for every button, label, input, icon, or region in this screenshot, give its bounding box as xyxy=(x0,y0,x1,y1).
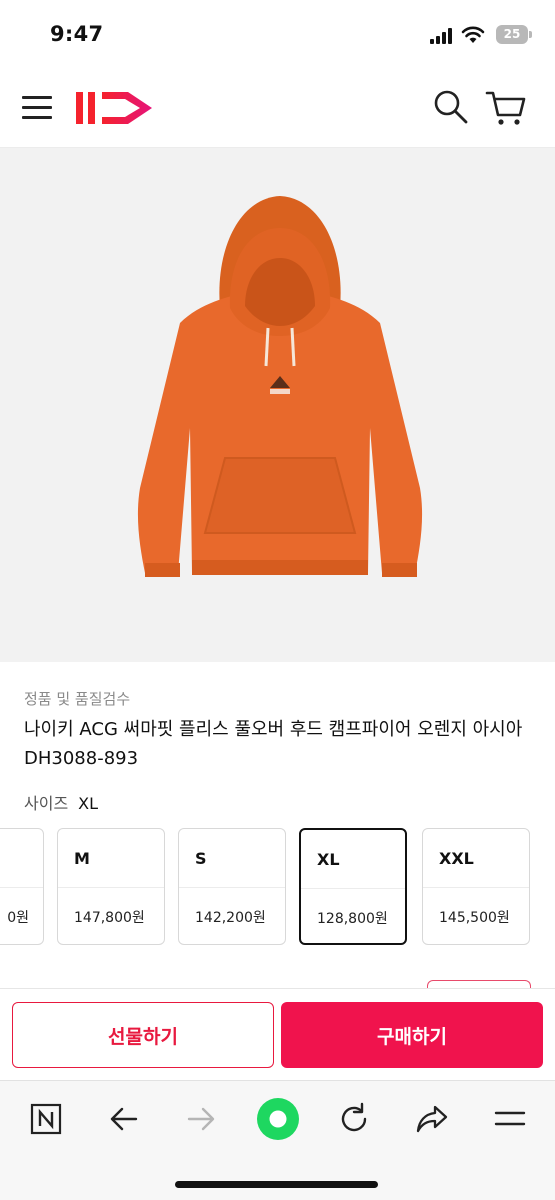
size-option-card[interactable]: 0원 xyxy=(0,828,44,945)
size-option-price: 145,500원 xyxy=(439,910,510,926)
size-row: 사이즈 XL xyxy=(24,790,98,814)
size-options: 0원 M 147,800원 S 142,200원 XL 128,800원 XXL… xyxy=(0,828,555,946)
product-title: 나이키 ACG 써마핏 플리스 풀오버 후드 캠프파이어 오렌지 아시아 DH3… xyxy=(24,719,523,769)
product-image[interactable] xyxy=(0,148,555,662)
size-option-size: XL xyxy=(317,850,340,869)
size-option-price: 0원 xyxy=(7,910,29,926)
back-arrow-icon[interactable] xyxy=(104,1099,144,1139)
size-option-card-selected[interactable]: XL 128,800원 xyxy=(299,828,407,945)
menu-lines-icon[interactable] xyxy=(490,1099,530,1139)
cart-icon[interactable] xyxy=(485,88,527,128)
gift-button[interactable]: 선물하기 xyxy=(12,1002,274,1068)
hoodie-illustration xyxy=(137,196,423,577)
size-option-size: XXL xyxy=(439,849,474,868)
buy-button[interactable]: 구매하기 xyxy=(281,1002,543,1068)
size-option-price: 142,200원 xyxy=(195,910,266,926)
refresh-icon[interactable] xyxy=(334,1099,374,1139)
divider xyxy=(0,887,43,888)
selected-size-value: XL xyxy=(78,794,99,813)
menu-icon[interactable] xyxy=(22,92,54,122)
divider xyxy=(301,888,405,889)
size-option-card[interactable]: S 142,200원 xyxy=(178,828,286,945)
size-option-card[interactable]: M 147,800원 xyxy=(57,828,165,945)
size-option-price: 128,800원 xyxy=(317,911,388,927)
authentic-inspection-label: 정품 및 품질검수 xyxy=(24,690,131,708)
size-option-size: M xyxy=(74,849,90,868)
size-option-size: S xyxy=(195,849,207,868)
search-icon[interactable] xyxy=(432,88,470,126)
share-icon[interactable] xyxy=(412,1099,452,1139)
size-option-price: 147,800원 xyxy=(74,910,145,926)
app-header xyxy=(0,70,555,148)
divider xyxy=(179,887,285,888)
green-home-icon[interactable] xyxy=(256,1097,300,1141)
home-indicator xyxy=(175,1181,378,1188)
size-option-card[interactable]: XXL 145,500원 xyxy=(422,828,530,945)
size-label: 사이즈 xyxy=(24,794,69,813)
wifi-icon xyxy=(461,26,485,43)
forward-arrow-icon[interactable] xyxy=(181,1099,221,1139)
divider xyxy=(423,887,529,888)
eleven-st-logo[interactable] xyxy=(74,86,158,130)
divider xyxy=(58,887,164,888)
status-time: 9:47 xyxy=(50,22,104,46)
battery-tip xyxy=(529,31,532,38)
naver-n-icon[interactable] xyxy=(26,1099,66,1139)
battery-icon: 25 xyxy=(496,25,528,44)
status-bar: 9:47 25 xyxy=(0,0,555,70)
signal-icon xyxy=(430,28,456,44)
bottom-action-bar: 선물하기 구매하기 xyxy=(0,988,555,1080)
